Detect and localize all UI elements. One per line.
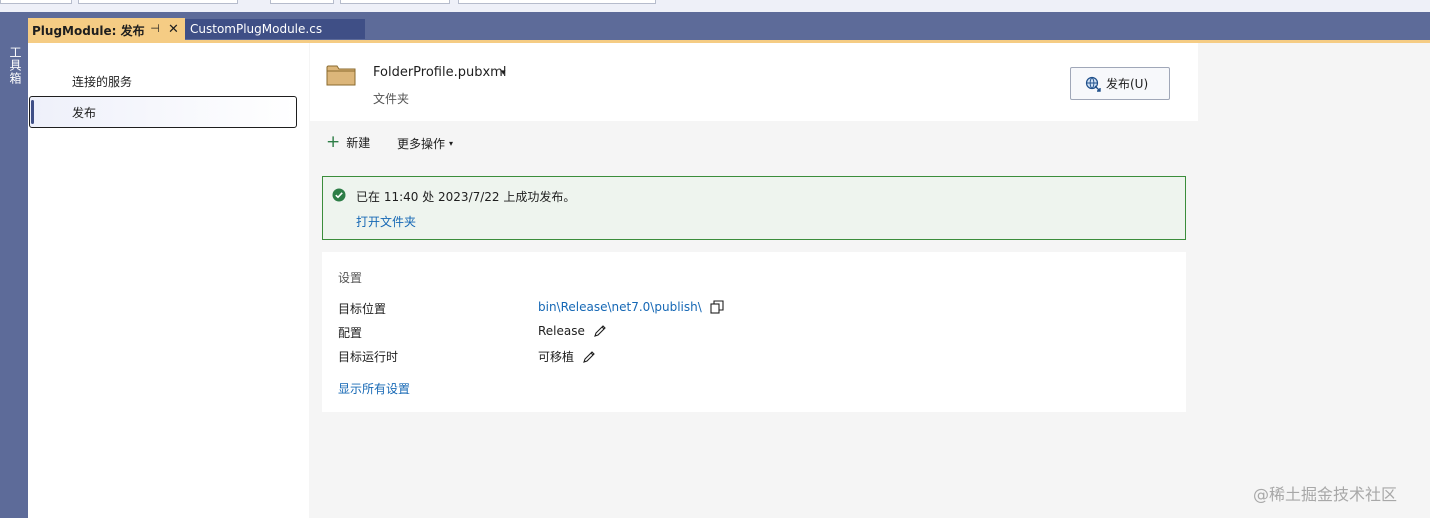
toolbar-dropdown[interactable] bbox=[340, 0, 450, 4]
configuration-label: 配置 bbox=[338, 326, 363, 340]
profile-target-type: 文件夹 bbox=[373, 92, 410, 106]
toolbar-dropdown[interactable] bbox=[270, 0, 334, 4]
publish-globe-icon bbox=[1085, 76, 1101, 92]
target-runtime-label: 目标运行时 bbox=[338, 350, 399, 364]
pin-icon[interactable]: ⊣ bbox=[149, 23, 161, 35]
tab-customplugmodule-cs[interactable]: CustomPlugModule.cs bbox=[185, 19, 365, 39]
close-icon[interactable]: ✕ bbox=[167, 23, 180, 36]
target-runtime-text: 可移植 bbox=[538, 350, 575, 364]
publish-status-message: 已在 11:40 处 2023/7/22 上成功发布。 bbox=[356, 190, 576, 204]
sidebar-item-label: 发布 bbox=[72, 105, 97, 120]
target-runtime-value: 可移植 bbox=[538, 348, 596, 365]
new-profile-label: 新建 bbox=[346, 136, 371, 150]
watermark: @稀土掘金技术社区 bbox=[1253, 485, 1398, 504]
sidebar-item-publish[interactable]: 发布 bbox=[29, 96, 297, 128]
more-actions-label: 更多操作 bbox=[397, 137, 446, 151]
chevron-down-icon[interactable]: ▾ bbox=[501, 68, 506, 78]
toolbar-control[interactable] bbox=[0, 0, 72, 4]
more-actions-dropdown[interactable]: 更多操作 ▾ bbox=[397, 135, 453, 152]
sidebar-item-label: 连接的服务 bbox=[72, 74, 133, 89]
profile-name-dropdown[interactable]: FolderProfile.pubxml bbox=[373, 65, 506, 80]
target-location-link[interactable]: bin\Release\net7.0\publish\ bbox=[538, 300, 702, 314]
configuration-value: Release bbox=[538, 324, 607, 338]
tab-title: CustomPlugModule.cs bbox=[190, 22, 323, 36]
toolbox-label[interactable]: 工具箱 bbox=[7, 46, 24, 85]
pencil-icon[interactable] bbox=[582, 350, 596, 364]
configuration-text: Release bbox=[538, 324, 585, 338]
publish-sidebar: 连接的服务 发布 bbox=[28, 43, 309, 518]
target-location-value: bin\Release\net7.0\publish\ bbox=[538, 300, 724, 314]
sidebar-item-connected-services[interactable]: 连接的服务 bbox=[28, 66, 297, 96]
publish-success-banner: 已在 11:40 处 2023/7/22 上成功发布。 打开文件夹 bbox=[322, 176, 1186, 240]
top-toolbar-strip bbox=[0, 0, 1430, 12]
plus-icon: + bbox=[326, 132, 341, 152]
tab-title: PlugModule: 发布 bbox=[32, 23, 145, 38]
publish-button-label: 发布(U) bbox=[1106, 77, 1149, 91]
open-folder-link[interactable]: 打开文件夹 bbox=[356, 213, 416, 230]
publish-button[interactable]: 发布(U) bbox=[1070, 67, 1170, 100]
folder-icon bbox=[326, 65, 356, 86]
show-all-settings-link[interactable]: 显示所有设置 bbox=[338, 380, 410, 397]
target-location-label: 目标位置 bbox=[338, 302, 387, 316]
new-profile-button[interactable]: + 新建 bbox=[326, 134, 370, 151]
tab-plugmodule-publish[interactable]: PlugModule: 发布 ⊣ ✕ bbox=[28, 18, 185, 42]
success-check-icon bbox=[332, 188, 346, 202]
settings-card: 设置 目标位置 bin\Release\net7.0\publish\ 配置 R… bbox=[322, 252, 1186, 412]
pencil-icon[interactable] bbox=[593, 324, 607, 338]
toolbar-dropdown[interactable] bbox=[458, 0, 656, 4]
toolbox-panel-strip[interactable]: 工具箱 bbox=[0, 40, 28, 518]
copy-icon[interactable] bbox=[710, 300, 724, 314]
publish-profile-card: FolderProfile.pubxml ▾ 文件夹 发布(U) bbox=[310, 43, 1198, 121]
toolbar-control[interactable] bbox=[78, 0, 238, 4]
settings-title: 设置 bbox=[338, 271, 363, 285]
chevron-down-icon: ▾ bbox=[449, 139, 454, 148]
